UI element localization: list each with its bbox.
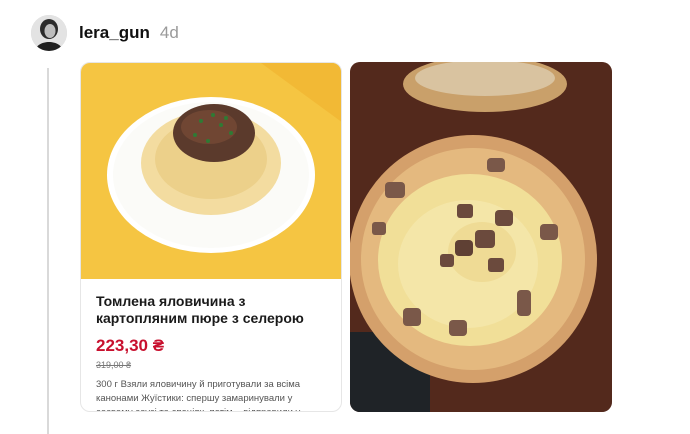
avatar[interactable] [31, 15, 67, 51]
food-photo-image [350, 62, 612, 412]
product-price: 223,30 ₴ [96, 336, 165, 355]
product-title[interactable]: Томлена яловичина з картопляним пюре з с… [96, 293, 328, 327]
avatar-image [31, 15, 67, 51]
product-info: Томлена яловичина з картопляним пюре з с… [96, 293, 328, 411]
product-old-price: 319,00 ₴ [96, 360, 132, 370]
username[interactable]: lera_gun [79, 23, 150, 43]
thread-line [47, 68, 49, 434]
product-description: 300 г Взяли яловичину й приготували за в… [96, 379, 301, 411]
post-time[interactable]: 4d [160, 23, 179, 43]
product-card[interactable]: Томлена яловичина з картопляним пюре з с… [80, 62, 342, 412]
food-photo[interactable] [350, 62, 612, 412]
post-header: lera_gun 4d [31, 15, 179, 51]
product-image [81, 63, 341, 279]
